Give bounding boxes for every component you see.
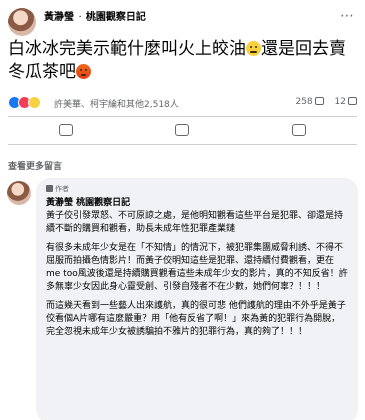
commenter-avatar[interactable] xyxy=(7,181,31,205)
author-avatar[interactable] xyxy=(8,8,36,36)
author-badge: 作者 xyxy=(46,184,348,194)
shares-count[interactable]: 12 xyxy=(335,97,346,107)
like-button[interactable] xyxy=(8,120,124,140)
post-text-part1: 白冰冰完美示範什麼叫火上皎油 xyxy=(8,39,246,59)
comment-button[interactable] xyxy=(124,120,240,140)
action-bar xyxy=(8,120,357,140)
separator: · xyxy=(78,12,85,23)
share-button[interactable] xyxy=(241,120,357,140)
reaction-icons[interactable] xyxy=(8,96,41,109)
share-icon xyxy=(348,97,357,105)
share-icon xyxy=(291,124,306,136)
author-name[interactable]: 黃瀞瑩 xyxy=(44,12,74,23)
comment-author[interactable]: 黃瀞瑩 桃園觀察日記 xyxy=(46,195,348,208)
comment-paragraph: 有很多未成年少女是在「不知情」的情況下，被犯罪集團威脅利誘、不得不屈服而拍攝色情… xyxy=(46,243,348,292)
like-icon xyxy=(59,124,74,136)
badge-icon xyxy=(46,185,53,192)
author-badge-label: 作者 xyxy=(55,185,69,193)
angry-face-icon xyxy=(76,64,91,79)
divider xyxy=(8,116,357,117)
author-line: 黃瀞瑩 · 桃園觀察日記 xyxy=(44,8,146,23)
comment-paragraph: 黃子佼引發眾怒、不可原諒之處，是他明知觀看這些平台是犯罪、卻還是持續不斷的購買和… xyxy=(46,211,344,234)
comment-icon xyxy=(314,97,324,105)
page-name[interactable]: 桃園觀察日記 xyxy=(86,12,146,23)
post-stats: 258 12 xyxy=(293,97,357,107)
post-header: 黃瀞瑩 · 桃園觀察日記 ⋯ xyxy=(8,6,357,38)
comments-count[interactable]: 258 xyxy=(295,97,312,107)
haha-reaction-icon xyxy=(28,96,41,109)
divider xyxy=(8,144,357,145)
comment-bubble: 作者 黃瀞瑩 桃園觀察日記 黃子佼引發眾怒、不可原諒之處，是他明知觀看這些平台是… xyxy=(36,178,358,420)
post-text: 白冰冰完美示範什麼叫火上皎油 還是回去賣冬瓜茶吧 xyxy=(8,38,348,84)
comment-paragraph: 而這幾天看到一些藝人出來護航，真的很可悲 他們護航的理由不外乎是黃子佼看個A片哪… xyxy=(46,301,346,337)
reactions-bar: 許美華、柯宇綸和其他2,518人 258 12 xyxy=(8,96,357,110)
comment-icon xyxy=(175,124,190,136)
reaction-names[interactable]: 許美華、柯宇綸和其他2,518人 xyxy=(54,97,179,110)
comment-body: 黃子佼引發眾怒、不可原諒之處，是他明知觀看這些平台是犯罪、卻還是持續不斷的購買和… xyxy=(46,210,348,339)
more-options-icon[interactable]: ⋯ xyxy=(340,8,355,24)
view-more-comments-link[interactable]: 查看更多留言 xyxy=(8,159,62,172)
face-icon xyxy=(246,41,261,56)
